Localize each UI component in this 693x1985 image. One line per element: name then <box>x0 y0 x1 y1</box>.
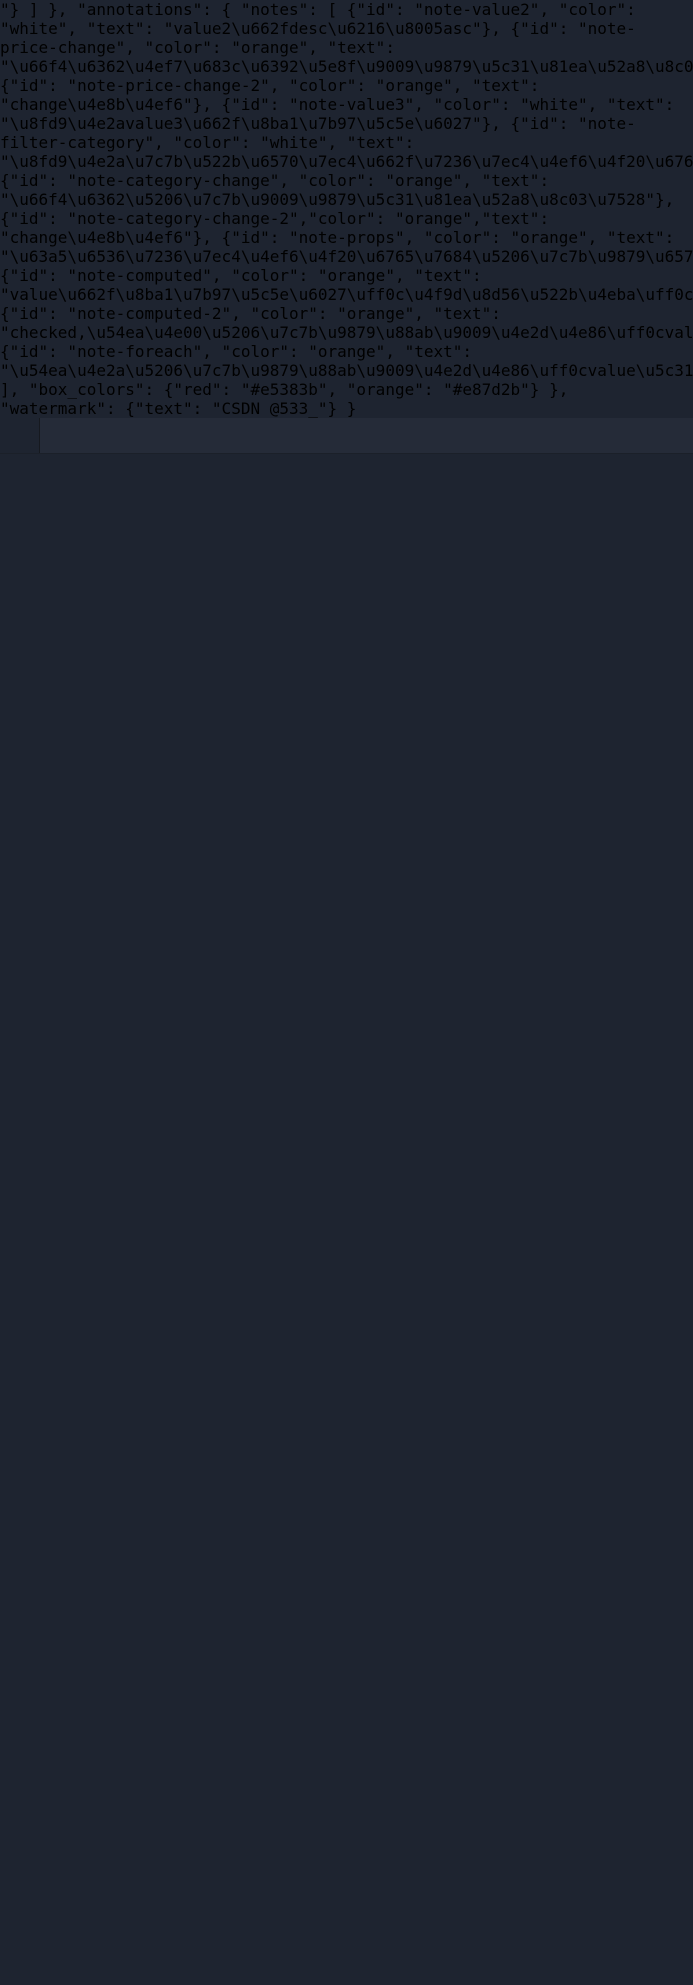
editor-tab-bar <box>0 418 693 454</box>
tab-searchproducts-vue[interactable] <box>0 418 40 453</box>
breadcrumb <box>0 454 693 476</box>
code-editor[interactable] <box>0 476 693 1985</box>
code-content[interactable] <box>0 476 693 1985</box>
tab-bar-empty-space <box>40 418 693 453</box>
